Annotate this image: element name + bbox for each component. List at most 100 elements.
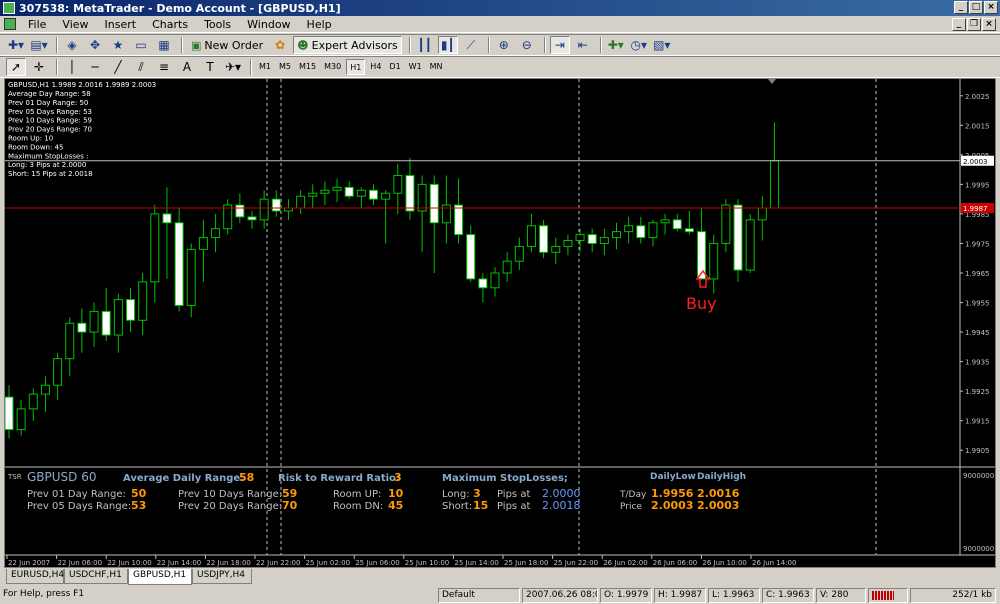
time-axis-label: 22 Jun 14:00: [157, 559, 201, 567]
indicator-short-name: TSR: [7, 473, 22, 481]
timeframe-m1[interactable]: M1: [256, 59, 274, 75]
menu-insert[interactable]: Insert: [97, 18, 145, 31]
menu-window[interactable]: Window: [239, 18, 298, 31]
candle-body: [138, 281, 148, 321]
candle-body: [344, 186, 354, 197]
candle-body: [745, 219, 755, 271]
terminal-icon[interactable]: ▭: [131, 36, 151, 54]
time-axis-label: 22 Jun 22:00: [256, 559, 300, 567]
market-watch-icon[interactable]: ◈: [62, 36, 82, 54]
candle-body: [709, 242, 719, 280]
channel-icon[interactable]: ⫽: [131, 58, 151, 76]
metaeditor-icon[interactable]: ✿: [270, 36, 290, 54]
info-line: Prev 20 Days Range: 70: [8, 126, 92, 134]
candle-body: [551, 245, 561, 253]
short-pips: 15: [473, 499, 488, 512]
window-title-bar[interactable]: 307538: MetaTrader - Demo Account - [GBP…: [0, 0, 1000, 16]
tab-gbpusd-h1[interactable]: GBPUSD,H1: [128, 569, 192, 585]
menu-tools[interactable]: Tools: [196, 18, 239, 31]
text-icon[interactable]: A: [177, 58, 197, 76]
info-line: Maximum StopLosses :: [8, 152, 89, 160]
chart-shift-marker: [768, 79, 776, 84]
new-order-button[interactable]: ▣ New Order: [187, 36, 267, 54]
text-label-icon[interactable]: T: [200, 58, 220, 76]
chart-shift-icon[interactable]: ⇤: [573, 36, 593, 54]
status-high: H: 1.9987: [654, 588, 706, 603]
menu-file[interactable]: File: [20, 18, 54, 31]
info-line: Prev 01 Day Range: 50: [8, 99, 88, 107]
data-window-icon[interactable]: ✥: [85, 36, 105, 54]
status-close: C: 1.9963: [762, 588, 814, 603]
price-axis-label: 1.9965: [965, 270, 990, 278]
crosshair-icon[interactable]: ✛: [29, 58, 49, 76]
chart-window-icon[interactable]: [4, 18, 16, 30]
trendline-icon[interactable]: ╱: [108, 58, 128, 76]
price-chart[interactable]: 2.00252.00152.00051.99951.99851.99751.99…: [5, 79, 995, 567]
bar-chart-icon[interactable]: ┃┃: [415, 36, 435, 54]
time-axis-label: 22 Jun 2007: [8, 559, 50, 567]
tab-usdjpy-h4[interactable]: USDJPY,H4: [192, 569, 252, 584]
indicator-scale-bottom: 9000000: [963, 545, 994, 553]
maximize-button[interactable]: □: [969, 1, 983, 14]
tab-eurusd-h4[interactable]: EURUSD,H4: [6, 569, 64, 584]
candle-body: [757, 207, 767, 221]
navigator-icon[interactable]: ★: [108, 36, 128, 54]
timeframe-d1[interactable]: D1: [386, 59, 403, 75]
time-axis-label: 26 Jun 02:00: [603, 559, 647, 567]
bid-price-label: 1.9987: [963, 205, 988, 213]
candle-body: [53, 358, 63, 386]
templates-icon[interactable]: ▧▾: [652, 36, 672, 54]
arrows-icon[interactable]: ✈▾: [223, 58, 243, 76]
chart-window[interactable]: 2.00252.00152.00051.99951.99851.99751.99…: [4, 78, 996, 568]
fibonacci-icon[interactable]: ≡: [154, 58, 174, 76]
candle-body: [162, 213, 172, 224]
candle-body: [89, 310, 99, 333]
tab-usdchf-h1[interactable]: USDCHF,H1: [64, 569, 128, 584]
cursor-icon[interactable]: ➚: [6, 58, 26, 76]
menu-charts[interactable]: Charts: [144, 18, 196, 31]
chart-close-button[interactable]: ×: [982, 18, 996, 31]
toolbar-separator: [250, 59, 252, 75]
candle-body: [660, 219, 670, 224]
auto-scroll-icon[interactable]: ⇥: [549, 36, 570, 54]
short-at-label: Pips at: [497, 501, 530, 512]
zoom-out-icon[interactable]: ⊖: [517, 36, 537, 54]
candlestick-icon[interactable]: ▮┃: [437, 36, 458, 54]
candle-body: [478, 278, 488, 289]
close-button[interactable]: ×: [984, 1, 998, 14]
timeframe-w1[interactable]: W1: [406, 59, 425, 75]
vertical-line-icon[interactable]: │: [62, 58, 82, 76]
prev05-label: Prev 05 Days Range:: [27, 501, 131, 512]
zoom-in-icon[interactable]: ⊕: [494, 36, 514, 54]
timeframe-h4[interactable]: H4: [367, 59, 384, 75]
horizontal-line-icon[interactable]: ─: [85, 58, 105, 76]
minimize-button[interactable]: _: [954, 1, 968, 14]
indicators-icon[interactable]: ✚▾: [606, 36, 626, 54]
candle-body: [332, 186, 342, 191]
timeframe-mn[interactable]: MN: [427, 59, 446, 75]
new-chart-icon[interactable]: ✚▾: [6, 36, 26, 54]
status-traffic: 252/1 kb: [910, 588, 996, 603]
candle-body: [271, 198, 281, 212]
timeframe-m30[interactable]: M30: [321, 59, 344, 75]
timeframe-m5[interactable]: M5: [276, 59, 294, 75]
candle-body: [223, 204, 233, 230]
timeframe-m15[interactable]: M15: [296, 59, 319, 75]
periodicity-icon[interactable]: ◷▾: [629, 36, 649, 54]
rr-value: 3: [394, 471, 402, 484]
prev05-value: 53: [131, 499, 146, 512]
price-axis-label: 1.9915: [965, 418, 990, 426]
expert-advisors-button[interactable]: ☻ Expert Advisors: [293, 36, 402, 54]
menu-view[interactable]: View: [54, 18, 96, 31]
chart-restore-button[interactable]: ❐: [967, 18, 981, 31]
long-label: Long:: [442, 489, 470, 500]
new-order-icon: ▣: [191, 38, 202, 52]
menu-help[interactable]: Help: [299, 18, 340, 31]
line-chart-icon[interactable]: ⟋: [461, 36, 481, 54]
profiles-icon[interactable]: ▤▾: [29, 36, 49, 54]
chart-minimize-button[interactable]: _: [952, 18, 966, 31]
timeframe-h1[interactable]: H1: [346, 59, 366, 75]
strategy-tester-icon[interactable]: ▦: [154, 36, 174, 54]
candle-body: [514, 245, 524, 262]
price-axis-label: 2.0025: [965, 93, 990, 101]
